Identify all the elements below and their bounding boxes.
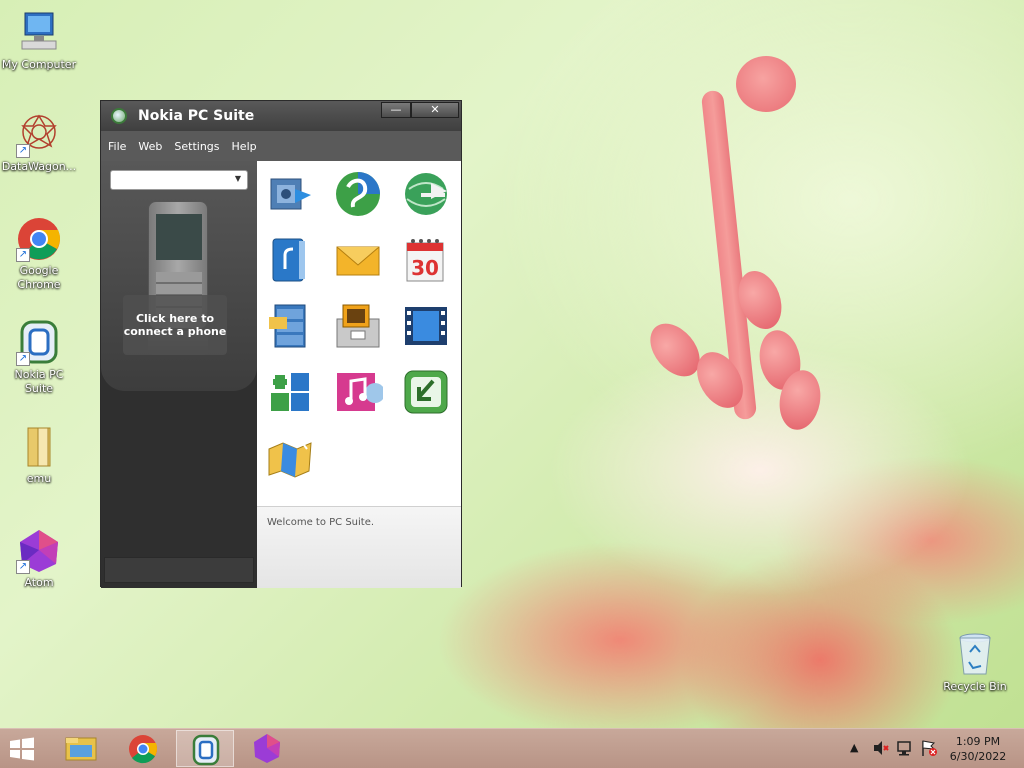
atom-icon: [254, 734, 280, 763]
window-title: Nokia PC Suite: [138, 108, 255, 124]
desktop-icon-label: emu: [26, 472, 52, 485]
taskbar-atom[interactable]: [238, 730, 296, 767]
photos-icon[interactable]: [333, 301, 383, 351]
recycle-bin-icon: [952, 632, 998, 678]
phone-pane: ▼ Click here to connect a phone: [101, 161, 257, 588]
chevron-down-icon: ▼: [234, 174, 241, 183]
left-status-bar: [104, 557, 254, 583]
menu-bar: File Web Settings Help: [101, 131, 461, 161]
connect-label-line1: Click here to: [135, 312, 215, 325]
menu-file[interactable]: File: [108, 140, 126, 153]
desktop-icon-datawagon[interactable]: ↗ DataWagon...: [0, 112, 78, 174]
shortcut-arrow-icon: ↗: [16, 352, 30, 366]
tray-overflow-chevron[interactable]: ▲: [850, 741, 858, 768]
menu-web[interactable]: Web: [138, 140, 162, 153]
volume-muted-icon[interactable]: [872, 739, 890, 768]
windows-logo-icon: [10, 737, 34, 761]
desktop-icon-label: Nokia PC Suite: [14, 368, 64, 395]
clock-time: 1:09 PM: [955, 735, 1001, 748]
atom-icon: ↗: [16, 528, 62, 574]
connect-label-line2: connect a phone: [123, 325, 227, 338]
desktop-icon-label: Google Chrome: [17, 264, 61, 291]
desktop-icon-nokia-pc-suite[interactable]: ↗ Nokia PC Suite: [0, 320, 78, 396]
applications-pane: 30 Welcome to PC Suite.: [257, 161, 461, 588]
taskbar-file-explorer[interactable]: [52, 730, 110, 767]
window-titlebar[interactable]: Nokia PC Suite — ✕: [101, 101, 461, 131]
welcome-panel: Welcome to PC Suite.: [257, 506, 461, 588]
calendar-day-text: 30: [411, 256, 439, 280]
minimize-button[interactable]: —: [381, 102, 411, 118]
calendar-icon[interactable]: 30: [401, 235, 451, 285]
taskbar-nokia-pc-suite[interactable]: [176, 730, 234, 767]
desktop-icon-emu[interactable]: emu: [0, 424, 78, 486]
desktop-icon-google-chrome[interactable]: ↗ Google Chrome: [0, 216, 78, 292]
desktop-icon-my-computer[interactable]: My Computer: [0, 10, 78, 72]
connect-phone-button[interactable]: Click here to connect a phone: [123, 295, 227, 355]
backup-icon[interactable]: [265, 169, 315, 219]
taskbar-clock[interactable]: 1:09 PM 6/30/2022: [946, 734, 1010, 764]
start-button[interactable]: [8, 737, 36, 761]
desktop-icon-atom[interactable]: ↗ Atom: [0, 528, 78, 590]
nokia-pc-suite-icon: ↗: [16, 320, 62, 366]
menu-help[interactable]: Help: [232, 140, 257, 153]
contacts-icon[interactable]: [265, 235, 315, 285]
file-explorer-icon: [65, 737, 97, 761]
chrome-icon: ↗: [16, 216, 62, 262]
datawagon-icon: ↗: [16, 112, 62, 158]
sync-icon[interactable]: [333, 169, 383, 219]
network-icon[interactable]: [896, 739, 914, 768]
clock-date: 6/30/2022: [949, 750, 1007, 763]
computer-icon: [16, 10, 62, 56]
desktop-icon-recycle-bin[interactable]: Recycle Bin: [936, 632, 1014, 694]
shortcut-arrow-icon: ↗: [16, 560, 30, 574]
nokia-pc-suite-icon: [192, 734, 220, 766]
welcome-text: Welcome to PC Suite.: [267, 517, 375, 528]
chrome-icon: [129, 735, 158, 764]
app-logo-icon: [111, 108, 127, 124]
flower-stem-tip: [736, 56, 796, 112]
menu-settings[interactable]: Settings: [174, 140, 219, 153]
phone-screen: [156, 214, 202, 260]
music-icon[interactable]: [333, 367, 385, 417]
video-icon[interactable]: [401, 301, 451, 351]
shortcut-arrow-icon: ↗: [16, 248, 30, 262]
connect-internet-icon[interactable]: [401, 169, 451, 219]
file-manager-icon[interactable]: [265, 301, 315, 351]
desktop-icon-label: DataWagon...: [1, 160, 77, 173]
close-button[interactable]: ✕: [411, 102, 459, 118]
folder-icon: [16, 424, 62, 470]
taskbar: ▲ 1:09 PM 6/30/2022: [0, 728, 1024, 768]
messages-icon[interactable]: [333, 235, 383, 285]
desktop-icon-label: Atom: [24, 576, 54, 589]
action-center-flag-icon[interactable]: [920, 739, 938, 768]
taskbar-chrome[interactable]: [114, 730, 172, 767]
applications-grid: 30: [265, 169, 461, 499]
desktop-icon-label: Recycle Bin: [943, 680, 1007, 693]
phone-panel: ▼ Click here to connect a phone: [101, 161, 257, 391]
desktop-icon-label: My Computer: [1, 58, 77, 71]
update-software-icon[interactable]: [401, 367, 451, 417]
nokia-pc-suite-window: Nokia PC Suite — ✕ File Web Settings Hel…: [100, 100, 462, 588]
shortcut-arrow-icon: ↗: [16, 144, 30, 158]
phone-selector-dropdown[interactable]: ▼: [110, 170, 248, 190]
install-apps-icon[interactable]: [265, 367, 315, 417]
maps-icon[interactable]: [265, 433, 315, 483]
